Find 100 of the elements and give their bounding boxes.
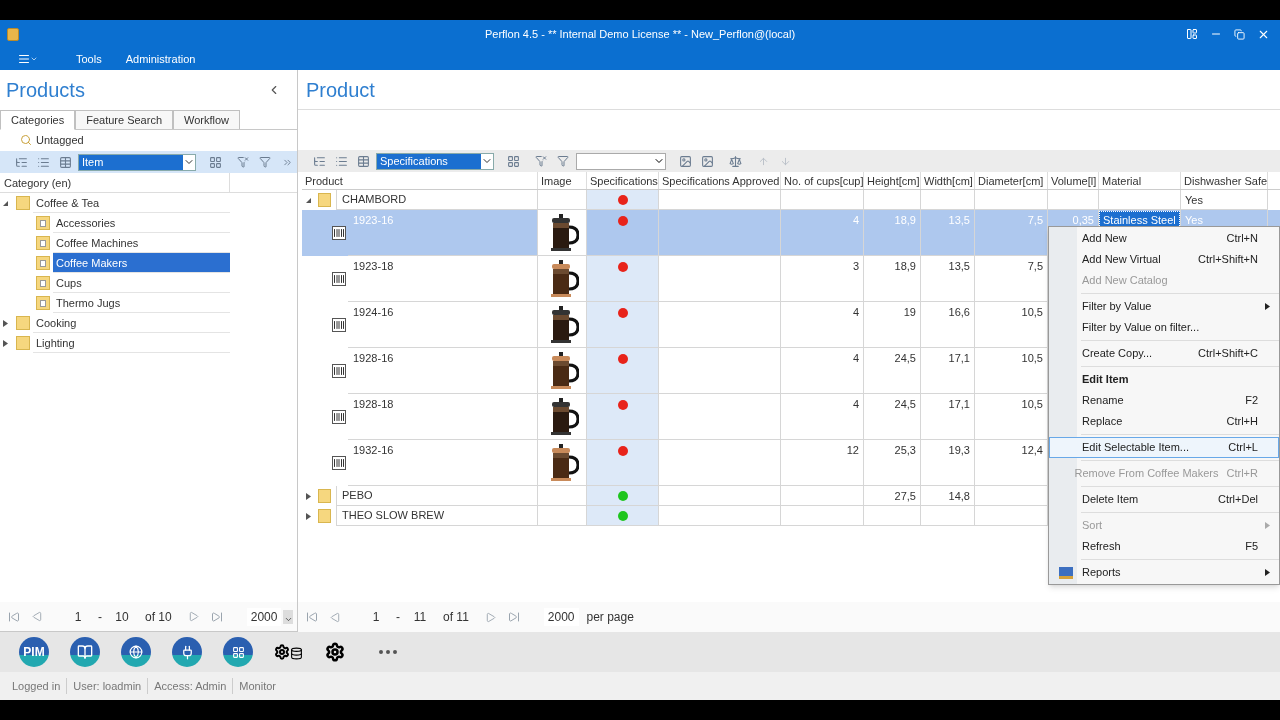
table-cell: 4	[781, 210, 864, 256]
column-header[interactable]: Height[cm]	[864, 172, 921, 189]
table-cell: 17,1	[921, 348, 975, 394]
collapse-arrow-icon[interactable]	[304, 196, 312, 204]
column-header[interactable]: Specifications	[587, 172, 659, 189]
shortcut-text: Ctrl+N	[1225, 231, 1258, 247]
untagged-item[interactable]: Untagged	[36, 131, 84, 149]
first-page-icon[interactable]	[306, 611, 318, 623]
barcode-icon	[332, 318, 346, 332]
page-total: of 10	[145, 608, 172, 626]
expand-arrow-icon[interactable]	[1, 339, 9, 347]
barcode-icon	[332, 410, 346, 424]
column-header[interactable]: Volume[l]	[1048, 172, 1099, 189]
collapse-arrow-icon[interactable]	[1, 199, 9, 207]
tree-item[interactable]: Accessories	[53, 213, 230, 233]
range-dash: -	[97, 608, 103, 626]
table-cell: 18,9	[864, 210, 921, 256]
tab[interactable]: Categories	[0, 110, 76, 130]
menu-item[interactable]: Filter by Value	[1049, 296, 1279, 317]
menu-item[interactable]: Reports	[1049, 562, 1279, 583]
last-page-icon[interactable]	[507, 611, 520, 623]
group-name[interactable]: PEBO	[336, 486, 538, 506]
folder-icon	[36, 256, 50, 270]
window-title: Perflon 4.5 - ** Internal Demo License ** - New_Perflon@(local)	[483, 26, 797, 42]
page-to: 10	[114, 608, 130, 626]
menu-item[interactable]: Administration	[125, 50, 196, 68]
tree-item[interactable]: Lighting	[33, 333, 230, 353]
app-button[interactable]: PIM	[19, 637, 49, 667]
menu-item[interactable]: Delete Item Ctrl+Del	[1049, 489, 1279, 510]
tree-item[interactable]: Coffee & Tea	[33, 193, 230, 213]
table-cell	[864, 506, 921, 526]
globe-app-icon[interactable]	[121, 637, 151, 667]
folder-icon	[36, 296, 50, 310]
menu-item[interactable]: Replace Ctrl+H	[1049, 411, 1279, 432]
folder-icon	[16, 316, 30, 330]
column-header[interactable]: Dishwasher Safe	[1181, 172, 1268, 189]
filter-field[interactable]	[576, 152, 666, 170]
tab[interactable]: Feature Search	[75, 110, 174, 129]
menu-item[interactable]: Filter by Value on filter...	[1049, 317, 1279, 338]
restore-icon[interactable]	[1234, 28, 1245, 40]
expand-arrow-icon[interactable]	[1, 319, 9, 327]
first-page-icon[interactable]	[8, 610, 20, 623]
panel-layout-icon[interactable]	[1186, 28, 1198, 40]
shortcut-text: Ctrl+L	[1227, 440, 1258, 456]
column-header[interactable]: Material	[1099, 172, 1181, 189]
next-page-icon[interactable]	[484, 611, 496, 623]
table-cell: 13,5	[921, 256, 975, 302]
scroll-down-icon[interactable]	[283, 609, 293, 624]
column-header[interactable]: Width[cm]	[921, 172, 975, 189]
expand-arrow-icon[interactable]	[304, 492, 312, 500]
column-header[interactable]: Image	[538, 172, 587, 189]
shortcut-text: F5	[1244, 539, 1258, 555]
table-cell: 27,5	[864, 486, 921, 506]
panel-title: Product	[306, 77, 375, 103]
page-size-field[interactable]: 2000	[246, 607, 282, 626]
shortcut-text: Ctrl+Shift+C	[1197, 346, 1258, 362]
menu-item[interactable]: Rename F2	[1049, 390, 1279, 411]
last-page-icon[interactable]	[210, 610, 223, 623]
column-header[interactable]: Diameter[cm]	[975, 172, 1048, 189]
monitor-app-icon[interactable]	[223, 637, 253, 667]
gears-database-icon[interactable]	[274, 644, 304, 660]
expand-arrow-icon[interactable]	[304, 512, 312, 520]
view-dropdown[interactable]: Item	[78, 153, 196, 171]
folder-search-icon	[20, 134, 32, 146]
previous-page-icon[interactable]	[330, 611, 341, 623]
tab[interactable]: Workflow	[173, 110, 241, 129]
status-text: Logged in	[11, 678, 62, 694]
next-page-icon[interactable]	[187, 611, 199, 622]
tree-item[interactable]: Cups	[53, 273, 230, 293]
group-name[interactable]: THEO SLOW BREW	[336, 506, 538, 526]
plug-app-icon[interactable]	[172, 637, 202, 667]
page-size-field[interactable]: 2000	[543, 608, 579, 626]
table-cell	[921, 506, 975, 526]
table-cell: 19	[864, 302, 921, 348]
table-cell: 18,9	[864, 256, 921, 302]
column-header[interactable]: No. of cups[cup]	[781, 172, 864, 189]
table-cell: 14,8	[921, 486, 975, 506]
view-dropdown[interactable]: Specifications	[376, 152, 494, 170]
folder-icon	[36, 276, 50, 290]
tree-item[interactable]: Cooking	[33, 313, 230, 333]
folder-icon	[16, 196, 30, 210]
column-header[interactable]: Specifications Approved	[659, 172, 781, 189]
table-cell: 24,5	[864, 348, 921, 394]
tree-item[interactable]: Thermo Jugs	[53, 293, 230, 313]
tree-item[interactable]: Coffee Makers	[53, 253, 230, 273]
view-menu-icon[interactable]	[18, 53, 38, 65]
table-cell: 13,5	[921, 210, 975, 256]
menu-item[interactable]: Tools	[76, 50, 102, 68]
column-header[interactable]: Category (en)	[0, 173, 230, 192]
page-from: 1	[371, 609, 381, 626]
previous-page-icon[interactable]	[32, 611, 43, 622]
table-cell: 16,6	[921, 302, 975, 348]
column-header[interactable]: Product	[302, 172, 538, 189]
menu-item[interactable]: Edit Selectable Item... Ctrl+L	[1049, 437, 1279, 458]
menu-item[interactable]: Create Copy... Ctrl+Shift+C	[1049, 343, 1279, 364]
menu-item[interactable]: Refresh F5	[1049, 536, 1279, 557]
book-app-icon[interactable]	[70, 637, 100, 667]
status-text: User: loadmin	[66, 677, 148, 695]
shortcut-text: F2	[1244, 393, 1258, 409]
folder-icon	[16, 336, 30, 350]
